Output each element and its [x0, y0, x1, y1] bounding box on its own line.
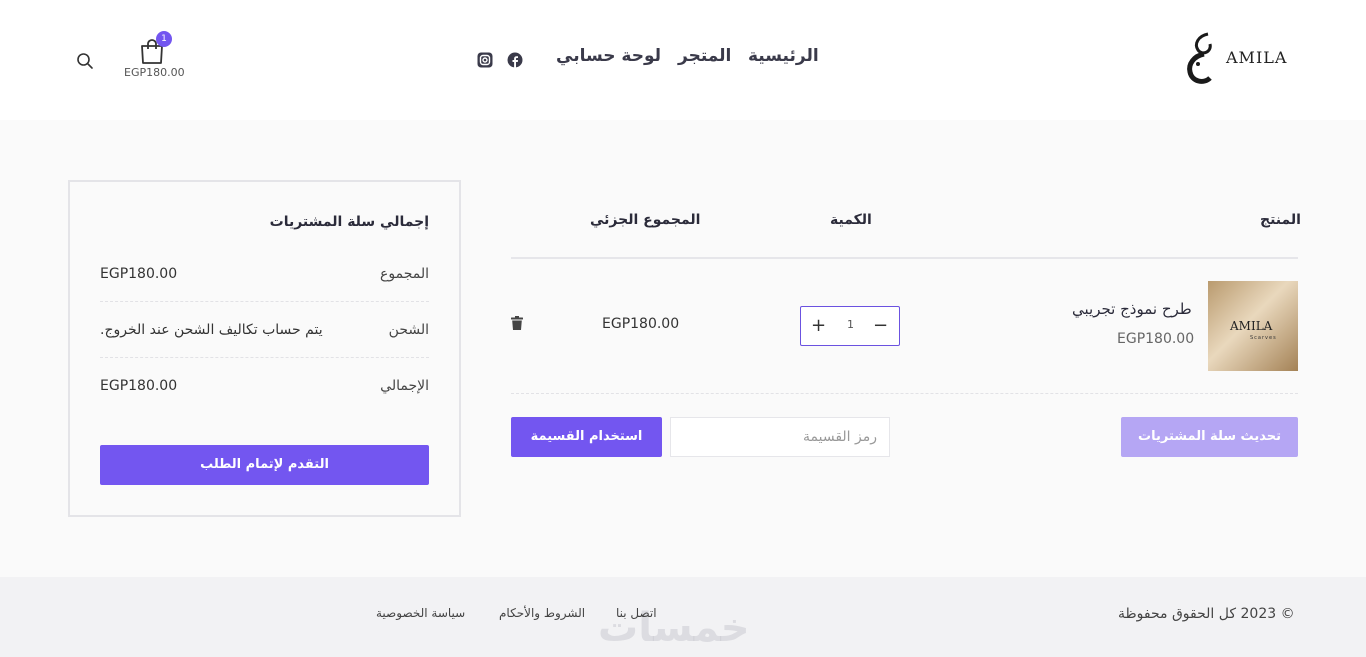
footer-link-privacy[interactable]: سياسة الخصوصية [376, 606, 465, 620]
logo-mark-icon [1187, 32, 1212, 84]
thumbnail-logo-text: AMILA [1230, 319, 1273, 333]
cart-totals-title: إجمالي سلة المشتريات [269, 214, 429, 230]
logo-text: AMILA [1226, 48, 1288, 67]
column-header-product: المنتج [1260, 212, 1301, 228]
proceed-to-checkout-button[interactable]: التقدم لإتمام الطلب [100, 445, 429, 485]
cart-count-badge: 1 [156, 31, 172, 47]
row-subtotal: EGP180.00 [602, 316, 680, 332]
search-icon[interactable] [76, 52, 94, 70]
subtotal-label: المجموع [380, 266, 429, 282]
total-value: EGP180.00 [100, 378, 178, 394]
table-row-divider [511, 393, 1298, 394]
trash-icon[interactable] [511, 316, 523, 330]
nav-home[interactable]: الرئيسية [748, 46, 819, 66]
total-label: الإجمالي [380, 378, 429, 394]
cart-total: EGP180.00 [124, 66, 185, 79]
site-header: AMILA الرئيسية المتجر لوحة حسابي 1 EGP18… [0, 0, 1366, 120]
site-footer: © 2023 كل الحقوق محفوظة خمسات اتصل بنا ا… [0, 577, 1366, 657]
header-cart[interactable]: 1 EGP180.00 [124, 31, 185, 82]
table-header-divider [511, 257, 1298, 259]
site-logo[interactable]: AMILA [1184, 30, 1288, 88]
nav-shop[interactable]: المتجر [678, 46, 731, 66]
totals-row-shipping: الشحن يتم حساب تكاليف الشحن عند الخروج. [100, 302, 429, 358]
thumbnail-subtext: Scarves [1250, 335, 1277, 341]
update-cart-button[interactable]: تحديث سلة المشتريات [1121, 417, 1298, 457]
shipping-label: الشحن [388, 322, 429, 338]
product-name-link[interactable]: طرح نموذج تجريبي [1072, 300, 1192, 318]
instagram-icon[interactable] [477, 52, 493, 68]
quantity-value[interactable]: 1 [847, 318, 854, 331]
product-thumbnail[interactable]: AMILA Scarves [1208, 281, 1298, 371]
apply-coupon-button[interactable]: استخدام القسيمة [511, 417, 662, 457]
quantity-increase-button[interactable]: + [811, 315, 826, 336]
column-header-quantity: الكمية [830, 212, 872, 228]
totals-row-total: الإجمالي EGP180.00 [100, 358, 429, 414]
totals-row-subtotal: المجموع EGP180.00 [100, 246, 429, 302]
footer-link-terms[interactable]: الشروط والأحكام [499, 606, 585, 620]
footer-link-contact[interactable]: اتصل بنا [616, 606, 657, 620]
nav-account[interactable]: لوحة حسابي [556, 46, 661, 66]
subtotal-value: EGP180.00 [100, 266, 178, 282]
column-header-subtotal: المجموع الجزئي [590, 212, 701, 228]
cart-totals-panel: إجمالي سلة المشتريات المجموع EGP180.00 ا… [68, 180, 461, 517]
product-price: EGP180.00 [1117, 331, 1195, 347]
coupon-code-input[interactable] [670, 417, 890, 457]
facebook-icon[interactable] [507, 52, 523, 68]
quantity-stepper[interactable]: + 1 − [800, 306, 900, 346]
quantity-decrease-button[interactable]: − [873, 315, 888, 336]
shipping-value: يتم حساب تكاليف الشحن عند الخروج. [100, 322, 323, 338]
copyright-text: © 2023 كل الحقوق محفوظة [1118, 606, 1295, 622]
